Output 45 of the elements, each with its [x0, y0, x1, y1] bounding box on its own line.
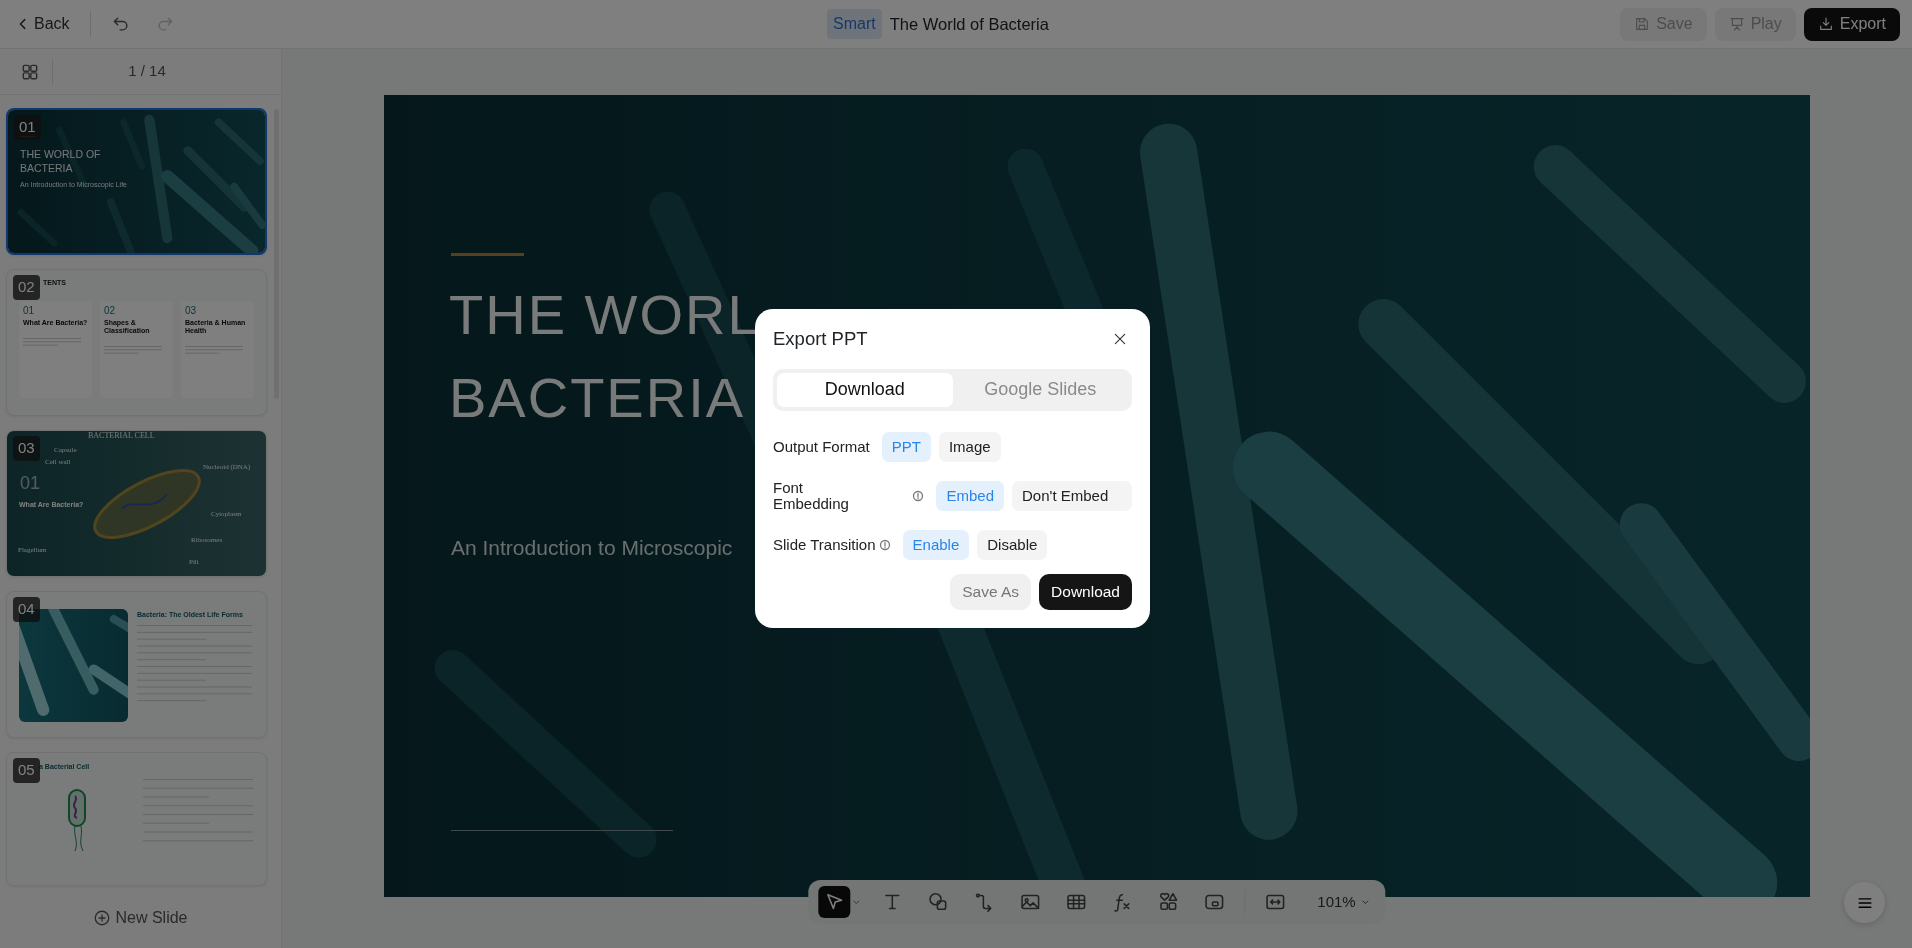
- slide-number-badge: 01: [14, 115, 41, 140]
- slide-number-badge: 03: [13, 436, 40, 461]
- slide-subtitle: An Introduction to Microscopic: [451, 535, 733, 561]
- slide-number-badge: 04: [13, 597, 40, 622]
- download-icon: [1817, 16, 1834, 32]
- option-label: Slide Transition: [773, 537, 876, 554]
- slide-heading: BACTERIAL CELL: [88, 432, 155, 440]
- mode-badge: Smart: [827, 9, 882, 39]
- zoom-dropdown[interactable]: 101%: [1313, 886, 1376, 918]
- page-indicator: 1 / 14: [127, 61, 167, 82]
- text-lines-drawing: [23, 337, 81, 348]
- text-lines-drawing: [104, 345, 162, 356]
- slide-title-line: BACTERIA: [449, 365, 747, 431]
- tab[interactable]: Download: [777, 372, 953, 407]
- download-button[interactable]: Download: [1039, 573, 1132, 610]
- option-button[interactable]: PPT: [881, 432, 931, 463]
- back-button[interactable]: Back: [12, 8, 74, 40]
- tool-button[interactable]: [818, 886, 851, 918]
- option-button[interactable]: Embed: [936, 481, 1004, 512]
- document-title: The World of Bacteria: [889, 13, 1049, 35]
- save-as-button[interactable]: Save As: [950, 573, 1032, 610]
- option-label: Font Embedding: [773, 479, 850, 513]
- slide-title: THE WORLD OF BACTERIA: [20, 148, 102, 176]
- option-button[interactable]: Don't Embed: [1012, 481, 1132, 512]
- card-number: 02: [104, 306, 117, 316]
- new-slide-button[interactable]: New Slide: [89, 902, 192, 934]
- text-lines-drawing: [185, 345, 243, 356]
- cell-diagram-drawing: [67, 788, 87, 852]
- slide-title-line: THE WORL: [449, 282, 761, 348]
- option-label: Output Format: [773, 439, 870, 456]
- card-number: 01: [23, 306, 36, 316]
- option-button[interactable]: Enable: [902, 530, 970, 561]
- tab[interactable]: Google Slides: [952, 372, 1128, 407]
- plus-circle-icon: [93, 909, 112, 927]
- icon-set-icon: [1157, 891, 1180, 913]
- presentation-icon: [1728, 16, 1745, 32]
- card-number: 03: [185, 306, 198, 316]
- slide-number-text: 01: [20, 472, 41, 495]
- export-button[interactable]: Export: [1803, 7, 1900, 41]
- slide-number-badge: 05: [13, 758, 40, 783]
- dialog-title: Export PPT: [773, 327, 868, 351]
- option-button[interactable]: Disable: [977, 530, 1048, 561]
- option-button[interactable]: Image: [938, 432, 1001, 463]
- menu-button[interactable]: [1844, 882, 1885, 923]
- slide-number-badge: 02: [13, 275, 40, 300]
